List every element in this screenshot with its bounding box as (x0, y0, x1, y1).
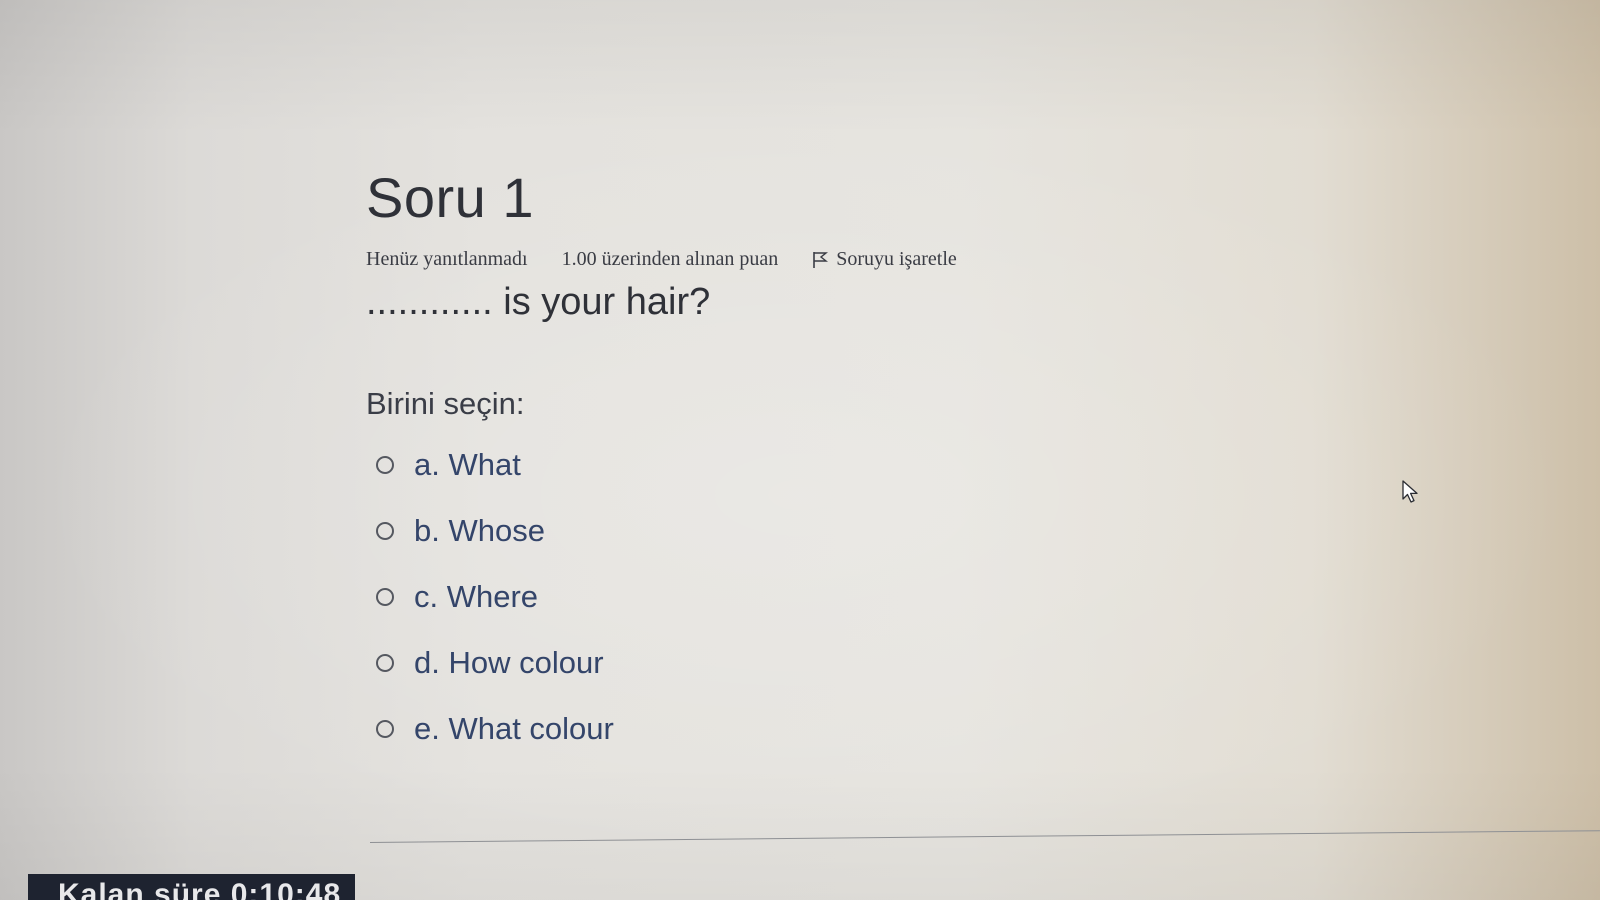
flag-question-link[interactable]: Soruyu işaretle (812, 248, 957, 271)
question-text: ............ is your hair? (366, 281, 711, 323)
radio-button-c[interactable] (376, 588, 394, 606)
answer-option-e[interactable]: e. What colour (376, 696, 1266, 762)
answer-label-e[interactable]: e. What colour (414, 711, 614, 747)
answer-prompt: Birini seçin: (366, 386, 525, 421)
answer-option-c[interactable]: c. Where (376, 564, 1266, 630)
question-card: Soru 1 Henüz yanıtlanmadı 1.00 üzerinden… (366, 165, 1266, 762)
quiz-timer: Kalan süre 0:10:48 (28, 874, 355, 900)
answer-label-d[interactable]: d. How colour (414, 645, 604, 681)
radio-button-e[interactable] (376, 720, 394, 738)
content-divider (369, 830, 1600, 843)
question-title: Soru 1 (366, 166, 534, 229)
flag-question-label: Soruyu işaretle (836, 248, 957, 270)
question-info: Henüz yanıtlanmadı 1.00 üzerinden alınan… (366, 248, 1266, 271)
answer-option-b[interactable]: b. Whose (376, 498, 1266, 564)
question-state: Henüz yanıtlanmadı (366, 248, 528, 270)
answer-option-d[interactable]: d. How colour (376, 630, 1266, 696)
answer-label-c[interactable]: c. Where (414, 579, 538, 615)
answer-label-a[interactable]: a. What (414, 447, 521, 483)
radio-button-d[interactable] (376, 654, 394, 672)
answer-label-b[interactable]: b. Whose (414, 513, 545, 549)
radio-button-b[interactable] (376, 522, 394, 540)
timer-text: Kalan süre 0:10:48 (58, 878, 342, 900)
answer-list: a. What b. Whose c. Where d. How colour … (366, 432, 1266, 762)
answer-option-a[interactable]: a. What (376, 432, 1266, 498)
flag-icon (812, 251, 829, 269)
question-grade: 1.00 üzerinden alınan puan (561, 248, 779, 270)
mouse-cursor-icon (1402, 480, 1420, 504)
radio-button-a[interactable] (376, 456, 394, 474)
